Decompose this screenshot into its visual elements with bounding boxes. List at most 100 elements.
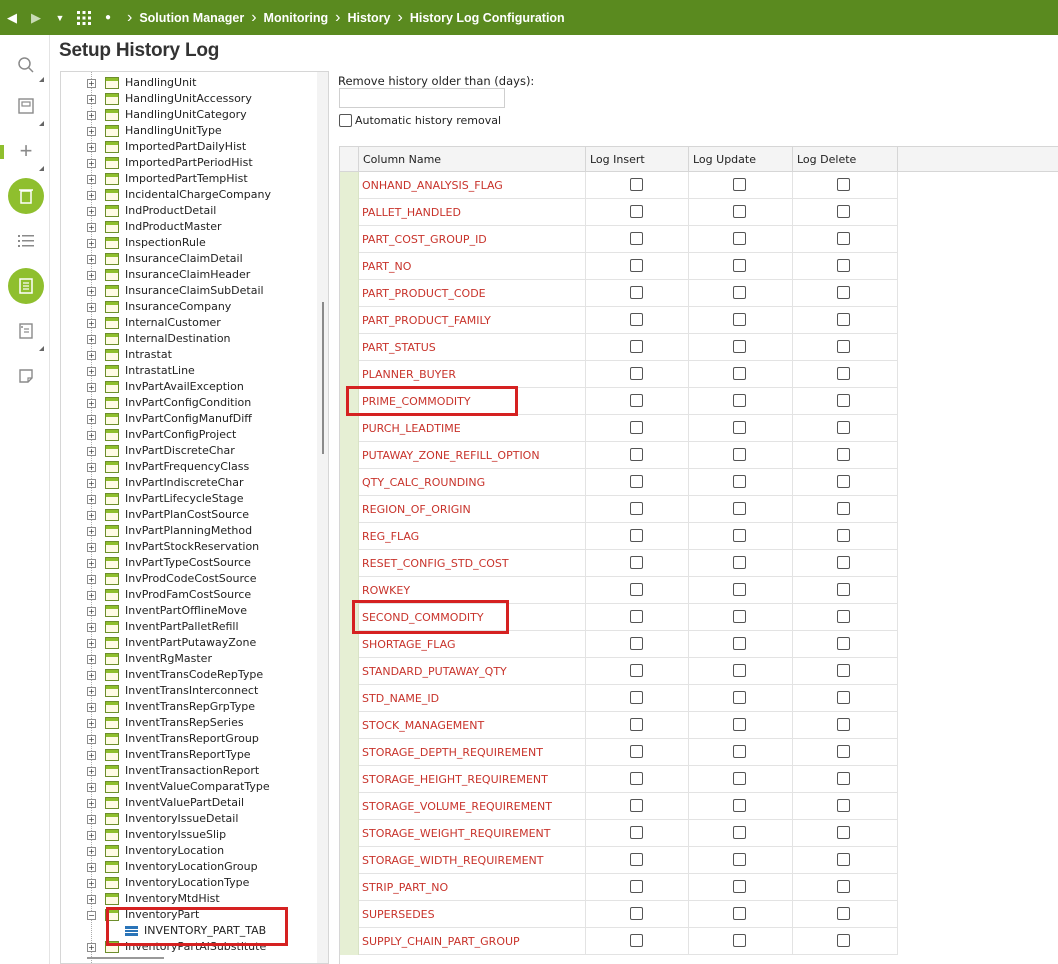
header-log-update[interactable]: Log Update — [689, 147, 793, 172]
log-update-checkbox[interactable] — [733, 205, 746, 218]
add-icon[interactable]: + — [8, 133, 44, 169]
expand-icon[interactable]: + — [87, 559, 96, 568]
log-insert-checkbox[interactable] — [630, 259, 643, 272]
collapse-icon[interactable]: − — [87, 911, 96, 920]
row-selector[interactable] — [340, 307, 359, 334]
table-row[interactable]: PUTAWAY_ZONE_REFILL_OPTION — [340, 442, 1058, 469]
breadcrumb-history[interactable]: History — [347, 11, 390, 25]
column-name-cell[interactable]: PRIME_COMMODITY — [359, 388, 586, 415]
tree-item[interactable]: + InvPartIndiscreteChar — [61, 475, 317, 491]
row-selector[interactable] — [340, 739, 359, 766]
row-selector[interactable] — [340, 442, 359, 469]
row-selector[interactable] — [340, 361, 359, 388]
table-row[interactable]: SECOND_COMMODITY — [340, 604, 1058, 631]
note-icon[interactable] — [8, 358, 44, 394]
tree-item[interactable]: + IncidentalChargeCompany — [61, 187, 317, 203]
log-insert-checkbox[interactable] — [630, 691, 643, 704]
expand-icon[interactable]: + — [87, 191, 96, 200]
breadcrumb-monitoring[interactable]: Monitoring — [264, 11, 329, 25]
tree-item[interactable]: − InventoryPart — [61, 907, 317, 923]
tree-item[interactable]: + IntrastatLine — [61, 363, 317, 379]
tree-item[interactable]: + InvPartConfigProject — [61, 427, 317, 443]
expand-icon[interactable]: + — [87, 239, 96, 248]
tree-item[interactable]: + InsuranceCompany — [61, 299, 317, 315]
table-row[interactable]: REGION_OF_ORIGIN — [340, 496, 1058, 523]
tree-item[interactable]: + InvPartTypeCostSource — [61, 555, 317, 571]
tree-item[interactable]: + InvPartStockReservation — [61, 539, 317, 555]
row-selector[interactable] — [340, 631, 359, 658]
expand-icon[interactable]: + — [87, 815, 96, 824]
log-insert-checkbox[interactable] — [630, 286, 643, 299]
log-update-checkbox[interactable] — [733, 853, 746, 866]
log-insert-checkbox[interactable] — [630, 529, 643, 542]
tree-item[interactable]: + HandlingUnitType — [61, 123, 317, 139]
tree-item[interactable]: + HandlingUnitAccessory — [61, 91, 317, 107]
column-name-cell[interactable]: STRIP_PART_NO — [359, 874, 586, 901]
delete-icon[interactable] — [8, 178, 44, 214]
column-name-cell[interactable]: SECOND_COMMODITY — [359, 604, 586, 631]
expand-icon[interactable]: + — [87, 639, 96, 648]
row-selector[interactable] — [340, 334, 359, 361]
column-name-cell[interactable]: STORAGE_DEPTH_REQUIREMENT — [359, 739, 586, 766]
row-selector[interactable] — [340, 928, 359, 955]
table-row[interactable]: PART_NO — [340, 253, 1058, 280]
log-update-checkbox[interactable] — [733, 313, 746, 326]
expand-icon[interactable]: + — [87, 415, 96, 424]
row-selector[interactable] — [340, 226, 359, 253]
tree-item[interactable]: + InternalDestination — [61, 331, 317, 347]
tree-item[interactable]: + InventTransInterconnect — [61, 683, 317, 699]
tree-item[interactable]: + InvProdFamCostSource — [61, 587, 317, 603]
row-selector[interactable] — [340, 820, 359, 847]
table-row[interactable]: PART_STATUS — [340, 334, 1058, 361]
tree-item[interactable]: + InsuranceClaimDetail — [61, 251, 317, 267]
expand-icon[interactable]: + — [87, 447, 96, 456]
tree-horizontal-scrollbar-thumb[interactable] — [87, 957, 164, 959]
log-delete-checkbox[interactable] — [837, 259, 850, 272]
column-name-cell[interactable]: STANDARD_PUTAWAY_QTY — [359, 658, 586, 685]
log-insert-checkbox[interactable] — [630, 232, 643, 245]
log-delete-checkbox[interactable] — [837, 583, 850, 596]
log-insert-checkbox[interactable] — [630, 718, 643, 731]
expand-icon[interactable]: + — [87, 399, 96, 408]
log-delete-checkbox[interactable] — [837, 502, 850, 515]
log-delete-checkbox[interactable] — [837, 637, 850, 650]
expand-icon[interactable]: + — [87, 463, 96, 472]
log-delete-checkbox[interactable] — [837, 421, 850, 434]
log-update-checkbox[interactable] — [733, 907, 746, 920]
tree-item[interactable]: + InventoryMtdHist — [61, 891, 317, 907]
tree-item[interactable]: + InventoryLocation — [61, 843, 317, 859]
tree-scrollbar-thumb[interactable] — [322, 302, 324, 454]
log-insert-checkbox[interactable] — [630, 502, 643, 515]
row-selector[interactable] — [340, 388, 359, 415]
log-delete-checkbox[interactable] — [837, 907, 850, 920]
home-dot-icon[interactable]: ● — [96, 0, 120, 35]
tree-item[interactable]: + HandlingUnit — [61, 75, 317, 91]
tree-scrollbar[interactable] — [317, 72, 328, 963]
log-update-checkbox[interactable] — [733, 340, 746, 353]
tree-item[interactable]: + Intrastat — [61, 347, 317, 363]
expand-icon[interactable]: + — [87, 159, 96, 168]
expand-icon[interactable]: + — [87, 95, 96, 104]
log-update-checkbox[interactable] — [733, 934, 746, 947]
table-row[interactable]: STOCK_MANAGEMENT — [340, 712, 1058, 739]
expand-icon[interactable]: + — [87, 111, 96, 120]
expand-icon[interactable]: + — [87, 223, 96, 232]
expand-icon[interactable]: + — [87, 831, 96, 840]
tree-item[interactable]: + InternalCustomer — [61, 315, 317, 331]
row-selector[interactable] — [340, 415, 359, 442]
log-delete-checkbox[interactable] — [837, 178, 850, 191]
tree-item[interactable]: + HandlingUnitCategory — [61, 107, 317, 123]
expand-icon[interactable]: + — [87, 735, 96, 744]
table-row[interactable]: PURCH_LEADTIME — [340, 415, 1058, 442]
tree-item[interactable]: + InventoryPartAlSubstitute — [61, 939, 317, 955]
table-row[interactable]: PART_COST_GROUP_ID — [340, 226, 1058, 253]
column-name-cell[interactable]: REGION_OF_ORIGIN — [359, 496, 586, 523]
column-name-cell[interactable]: ONHAND_ANALYSIS_FLAG — [359, 172, 586, 199]
log-update-checkbox[interactable] — [733, 583, 746, 596]
table-row[interactable]: ROWKEY — [340, 577, 1058, 604]
log-update-checkbox[interactable] — [733, 718, 746, 731]
table-row[interactable]: STORAGE_VOLUME_REQUIREMENT — [340, 793, 1058, 820]
row-selector[interactable] — [340, 685, 359, 712]
log-insert-checkbox[interactable] — [630, 205, 643, 218]
row-selector[interactable] — [340, 469, 359, 496]
